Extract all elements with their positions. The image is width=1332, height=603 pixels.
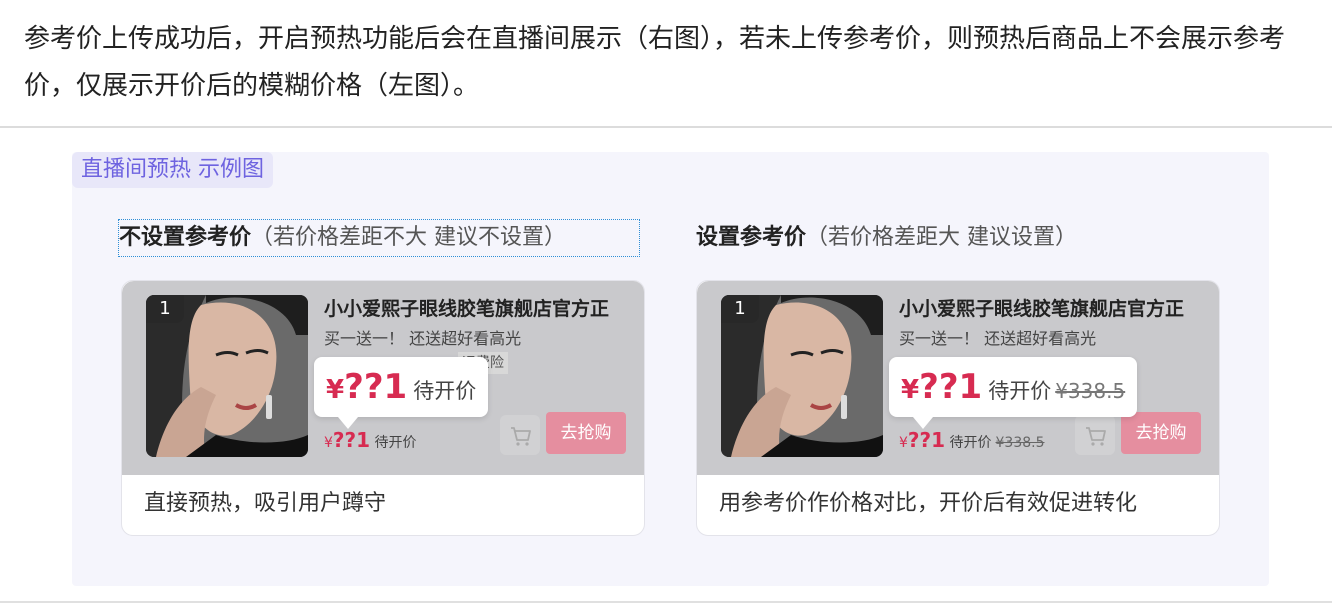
small-price: ¥??1 待开价 ¥338.5 xyxy=(899,428,1045,455)
small-reference-price: ¥338.5 xyxy=(995,435,1045,451)
left-note: 直接预热，吸引用户蹲守 xyxy=(144,491,387,516)
small-price-yen: ¥ xyxy=(324,435,333,451)
model-photo: 1 xyxy=(721,295,883,457)
intro-text: 参考价上传成功后，开启预热功能后会在直播间展示（右图），若未上传参考价，则预热后… xyxy=(24,24,1286,101)
cart-button[interactable] xyxy=(500,415,540,455)
rank-badge: 1 xyxy=(721,295,759,323)
model-photo: 1 xyxy=(146,295,308,457)
left-title-bold: 不设置参考价 xyxy=(119,225,252,250)
example-tag: 直播间预热 示例图 xyxy=(72,152,273,188)
price-bubble: ¥??1 待开价 ¥338.5 xyxy=(889,357,1138,429)
small-price-value: ??1 xyxy=(907,428,946,452)
product-title: 小小爱熙子眼线胶笔旗舰店官方正 xyxy=(324,298,610,320)
right-title-bold: 设置参考价 xyxy=(696,225,807,250)
bubble-yen: ¥ xyxy=(901,375,920,405)
bubble-price: ??1 xyxy=(919,367,983,407)
right-column-title: 设置参考价（若价格差距大 建议设置） xyxy=(696,220,1077,256)
bubble-reference-price: ¥338.5 xyxy=(1055,379,1126,403)
buy-button[interactable]: 去抢购 xyxy=(1121,412,1201,454)
small-price-yen: ¥ xyxy=(899,435,908,451)
small-price-value: ??1 xyxy=(332,428,371,452)
small-price-waiting: 待开价 xyxy=(949,435,992,451)
cart-icon xyxy=(511,427,531,446)
small-price: ¥??1 待开价 xyxy=(324,428,417,455)
buy-button[interactable]: 去抢购 xyxy=(546,412,626,454)
product-subtitle: 买一送一！ 还送超好看高光 xyxy=(899,329,1097,348)
product-title: 小小爱熙子眼线胶笔旗舰店官方正 xyxy=(899,298,1185,320)
right-note: 用参考价作价格对比，开价后有效促进转化 xyxy=(719,491,1138,516)
cart-button[interactable] xyxy=(1075,415,1115,455)
left-title-sub: （若价格差距不大 建议不设置） xyxy=(251,225,567,250)
bubble-waiting: 待开价 xyxy=(988,379,1052,403)
bubble-price: ??1 xyxy=(344,367,408,407)
small-price-waiting: 待开价 xyxy=(374,435,417,451)
right-example-card: 1 小小爱熙子眼线胶笔旗舰店官方正 买一送一！ 还送超好看高光 ¥??1 待开价… xyxy=(696,280,1220,536)
product-subtitle: 买一送一！ 还送超好看高光 xyxy=(324,329,522,348)
price-bubble: ¥??1 待开价 xyxy=(314,357,489,429)
left-example-card: 1 小小爱熙子眼线胶笔旗舰店官方正 买一送一！ 还送超好看高光 运费险 ¥??1… xyxy=(121,280,645,536)
bubble-waiting: 待开价 xyxy=(413,379,477,403)
intro-section: 参考价上传成功后，开启预热功能后会在直播间展示（右图），若未上传参考价，则预热后… xyxy=(0,0,1332,128)
rank-badge: 1 xyxy=(146,295,184,323)
cart-icon xyxy=(1086,427,1106,446)
bubble-yen: ¥ xyxy=(326,375,345,405)
right-title-sub: （若价格差距大 建议设置） xyxy=(806,225,1078,250)
left-column-title: 不设置参考价（若价格差距不大 建议不设置） xyxy=(118,219,640,257)
